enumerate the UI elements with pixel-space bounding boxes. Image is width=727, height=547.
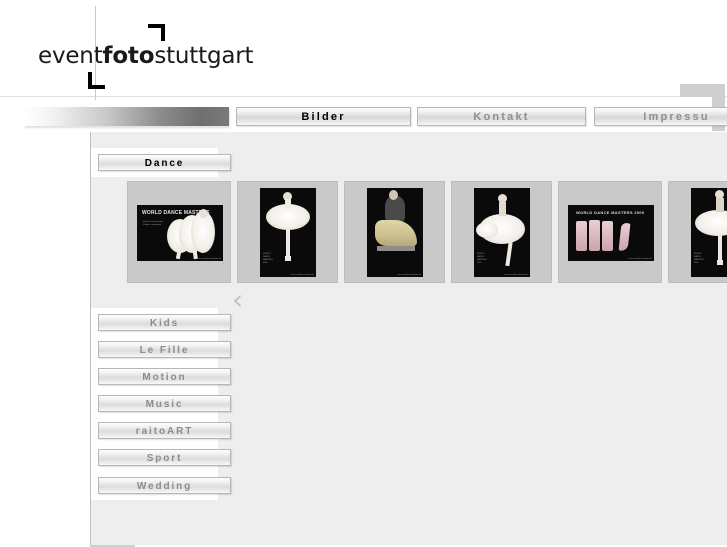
sidebar-item-motion[interactable]: Motion bbox=[98, 368, 231, 385]
thumbnail-photo: WORLD DANCE MASTERS they wish to take awa… bbox=[137, 205, 223, 261]
thumbnail-5[interactable]: WORLD DANCE MASTERS 2009 www.eventfoto-st… bbox=[558, 181, 662, 283]
thumbnail-photo: www.eventfoto-stuttgart.de bbox=[367, 188, 423, 277]
nav-tab-kontakt[interactable]: Kontakt bbox=[417, 107, 586, 126]
thumbnail-photo-credit: www.eventfoto-stuttgart.de bbox=[628, 258, 652, 260]
sidebar-item-raitoart[interactable]: raitoART bbox=[98, 422, 231, 439]
thumbnail-1[interactable]: WORLD DANCE MASTERS they wish to take awa… bbox=[127, 181, 231, 283]
logo-part-foto: foto bbox=[102, 43, 155, 69]
thumbnail-photo-credit: www.eventfoto-stuttgart.de bbox=[397, 274, 421, 276]
sidebar-item-sport[interactable]: Sport bbox=[98, 449, 231, 466]
thumbnail-photo-credit: www.eventfoto-stuttgart.de bbox=[504, 274, 528, 276]
site-logo[interactable]: eventfotostuttgart bbox=[38, 43, 254, 69]
thumbnail-photo-title: WORLD DANCE MASTERS bbox=[142, 210, 210, 216]
thumbnail-3[interactable]: www.eventfoto-stuttgart.de bbox=[344, 181, 445, 283]
thumbnail-photo-credit: www.eventfoto-stuttgart.de bbox=[197, 258, 221, 260]
sidebar-item-le-fille[interactable]: Le Fille bbox=[98, 341, 231, 358]
previous-page-arrow-icon[interactable]: ‹ bbox=[232, 286, 243, 314]
thumbnail-photo-title: WORLD DANCE MASTERS 2009 bbox=[576, 210, 645, 215]
nav-tab-bilder[interactable]: Bilder bbox=[236, 107, 411, 126]
thumbnail-4[interactable]: WORLD DANCE MASTERS 2009 www.eventfoto-st… bbox=[451, 181, 552, 283]
sidebar-item-music[interactable]: Music bbox=[98, 395, 231, 412]
thumbnail-photo-subtitle: WORLD DANCE MASTERS 2009 bbox=[263, 253, 273, 264]
logo-part-stuttgart: stuttgart bbox=[154, 43, 254, 69]
thumbnail-photo: WORLD DANCE MASTERS 2009 www.eventfoto-st… bbox=[474, 188, 530, 277]
site-header: eventfotostuttgart bbox=[0, 0, 727, 100]
logo-part-event: event bbox=[38, 43, 103, 69]
thumbnail-photo: WORLD DANCE MASTERS 2009 bbox=[691, 188, 727, 277]
sidebar-item-dance[interactable]: Dance bbox=[98, 154, 231, 171]
thumbnail-photo: WORLD DANCE MASTERS 2009 www.eventfoto-st… bbox=[260, 188, 316, 277]
thumbnail-strip: WORLD DANCE MASTERS they wish to take awa… bbox=[127, 181, 727, 283]
thumbnail-6[interactable]: WORLD DANCE MASTERS 2009 bbox=[668, 181, 727, 283]
main-navigation: Bilder Kontakt Impressu bbox=[0, 103, 727, 132]
sidebar-item-wedding[interactable]: Wedding bbox=[98, 477, 231, 494]
header-divider bbox=[0, 96, 727, 97]
thumbnail-2[interactable]: WORLD DANCE MASTERS 2009 www.eventfoto-st… bbox=[237, 181, 338, 283]
nav-tab-impressum[interactable]: Impressu bbox=[594, 107, 727, 126]
nav-tab-gradient[interactable] bbox=[24, 107, 229, 126]
thumbnail-photo-credit: www.eventfoto-stuttgart.de bbox=[290, 274, 314, 276]
thumbnail-photo-subtitle: WORLD DANCE MASTERS 2009 bbox=[477, 253, 487, 264]
sidebar-item-kids[interactable]: Kids bbox=[98, 314, 231, 331]
crop-mark-bottom-left-icon bbox=[88, 72, 105, 89]
crop-mark-top-right-icon bbox=[148, 24, 165, 41]
thumbnail-photo-subtitle: they wish to take away People in movemen… bbox=[143, 221, 164, 226]
thumbnail-photo-subtitle: WORLD DANCE MASTERS 2009 bbox=[694, 253, 704, 264]
thumbnail-photo: WORLD DANCE MASTERS 2009 www.eventfoto-st… bbox=[568, 205, 654, 261]
